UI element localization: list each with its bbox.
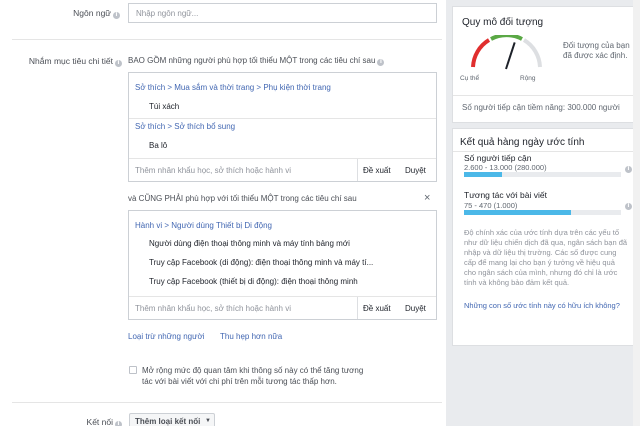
language-label-wrap: Ngôn ngữ i [40, 8, 120, 19]
must-text: và CŨNG PHẢI phù hợp với tối thiểu MỘT t… [128, 194, 357, 203]
divider [453, 151, 633, 152]
narrow-search-input[interactable]: Thêm nhân khẩu học, sở thích hoặc hành v… [135, 304, 291, 313]
info-icon[interactable]: i [115, 421, 122, 426]
audience-title: Quy mô đối tượng [462, 17, 544, 28]
gauge-red-arc [471, 38, 491, 68]
behavior-item-2[interactable]: Truy cập Facebook (di động): điện thoại … [149, 258, 373, 267]
behavior-item-3[interactable]: Truy cập Facebook (thiết bị di động): đi… [149, 277, 358, 286]
targeting-label: Nhắm mục tiêu chi tiết [28, 56, 113, 66]
suggest-button[interactable]: Đề xuất [363, 166, 391, 175]
include-search-input[interactable]: Thêm nhân khẩu học, sở thích hoặc hành v… [135, 166, 291, 175]
divider [357, 297, 358, 319]
feedback-question-link[interactable]: Những con số ước tính này có hữu ích khô… [464, 301, 628, 311]
exclude-link[interactable]: Loại trừ những người [128, 332, 204, 341]
narrow-further-link[interactable]: Thu hẹp hơn nữa [220, 332, 282, 341]
info-icon[interactable]: i [377, 59, 385, 66]
reach-value: 2.600 - 13.000 (280.000) [464, 163, 547, 172]
language-placeholder: Nhập ngôn ngữ... [136, 9, 199, 18]
add-connection-button[interactable]: Thêm loại kết nối ▼ [129, 413, 215, 426]
info-icon[interactable]: i [115, 60, 122, 67]
interest-path-2[interactable]: Sở thích > Sở thích bổ sung [135, 122, 235, 131]
behavior-item-1[interactable]: Người dùng điện thoại thông minh và máy … [149, 239, 350, 248]
gauge-broad-label: Rộng [520, 75, 536, 82]
gauge-needle [505, 42, 516, 70]
sidebar: Quy mô đối tượng Cụ thể Rộng Đối tượng c… [446, 0, 640, 426]
connections-label: Kết nối [86, 417, 113, 426]
estimate-note: Độ chính xác của ước tính dựa trên các y… [464, 228, 628, 287]
audience-size-card: Quy mô đối tượng Cụ thể Rộng Đối tượng c… [452, 6, 634, 123]
connections-label-wrap: Kết nối i [40, 417, 122, 426]
suggest-button[interactable]: Đề xuất [363, 304, 391, 313]
divider [453, 95, 633, 96]
add-connection-label: Thêm loại kết nối [135, 417, 201, 426]
info-icon[interactable]: i [625, 166, 632, 173]
close-icon[interactable]: × [424, 192, 430, 204]
browse-button[interactable]: Duyệt [405, 304, 426, 313]
page-scrollbar[interactable] [633, 0, 640, 426]
expand-interest-checkbox[interactable] [129, 366, 137, 374]
info-icon[interactable]: i [625, 203, 632, 210]
engagement-value: 75 - 470 (1.000) [464, 201, 518, 210]
divider [129, 118, 436, 119]
language-label: Ngôn ngữ [73, 8, 111, 18]
targeting-panel: Ngôn ngữ i Nhập ngôn ngữ... Nhắm mục tiêu… [0, 0, 446, 426]
potential-reach: Số người tiếp cận tiềm năng: 300.000 ngư… [462, 103, 620, 112]
language-input[interactable]: Nhập ngôn ngữ... [128, 3, 437, 23]
include-text-wrap: BAO GỒM những người phù hợp tối thiểu MỘ… [128, 56, 385, 66]
browse-button[interactable]: Duyệt [405, 166, 426, 175]
divider [129, 158, 436, 159]
engagement-bar [464, 210, 621, 215]
divider [129, 296, 436, 297]
reach-bar-fill [464, 172, 502, 177]
daily-results-card: Kết quả hàng ngày ước tính Số người tiếp… [452, 128, 634, 346]
behavior-path[interactable]: Hành vi > Người dùng Thiết bị Di động [135, 221, 272, 230]
info-icon[interactable]: i [113, 12, 120, 19]
narrow-group-box: Hành vi > Người dùng Thiết bị Di động Ng… [128, 210, 437, 320]
audience-gauge [471, 35, 542, 70]
gauge-specific-label: Cụ thể [460, 75, 480, 82]
engagement-bar-fill [464, 210, 571, 215]
engagement-label: Tương tác với bài viết [464, 190, 547, 200]
include-text: BAO GỒM những người phù hợp tối thiểu MỘ… [128, 56, 376, 65]
daily-title: Kết quả hàng ngày ước tính [460, 137, 585, 148]
include-group-box: Sở thích > Mua sắm và thời trang > Phụ k… [128, 72, 437, 182]
targeting-label-wrap: Nhắm mục tiêu chi tiết i [10, 56, 122, 67]
caret-down-icon: ▼ [205, 418, 211, 424]
audience-description: Đối tượng của bạn đã được xác định. [563, 41, 630, 60]
expand-interest-text: Mở rộng mức độ quan tâm khi thông số này… [142, 366, 364, 386]
interest-item-1[interactable]: Túi xách [149, 102, 179, 111]
reach-label: Số người tiếp cận [464, 153, 532, 163]
interest-path-1[interactable]: Sở thích > Mua sắm và thời trang > Phụ k… [135, 83, 331, 92]
reach-bar [464, 172, 621, 177]
divider [12, 39, 442, 40]
interest-item-2[interactable]: Ba lô [149, 141, 167, 150]
gauge-gray-arc [522, 38, 542, 68]
gauge-green-arc [490, 35, 523, 41]
divider [357, 159, 358, 181]
divider [12, 402, 442, 403]
